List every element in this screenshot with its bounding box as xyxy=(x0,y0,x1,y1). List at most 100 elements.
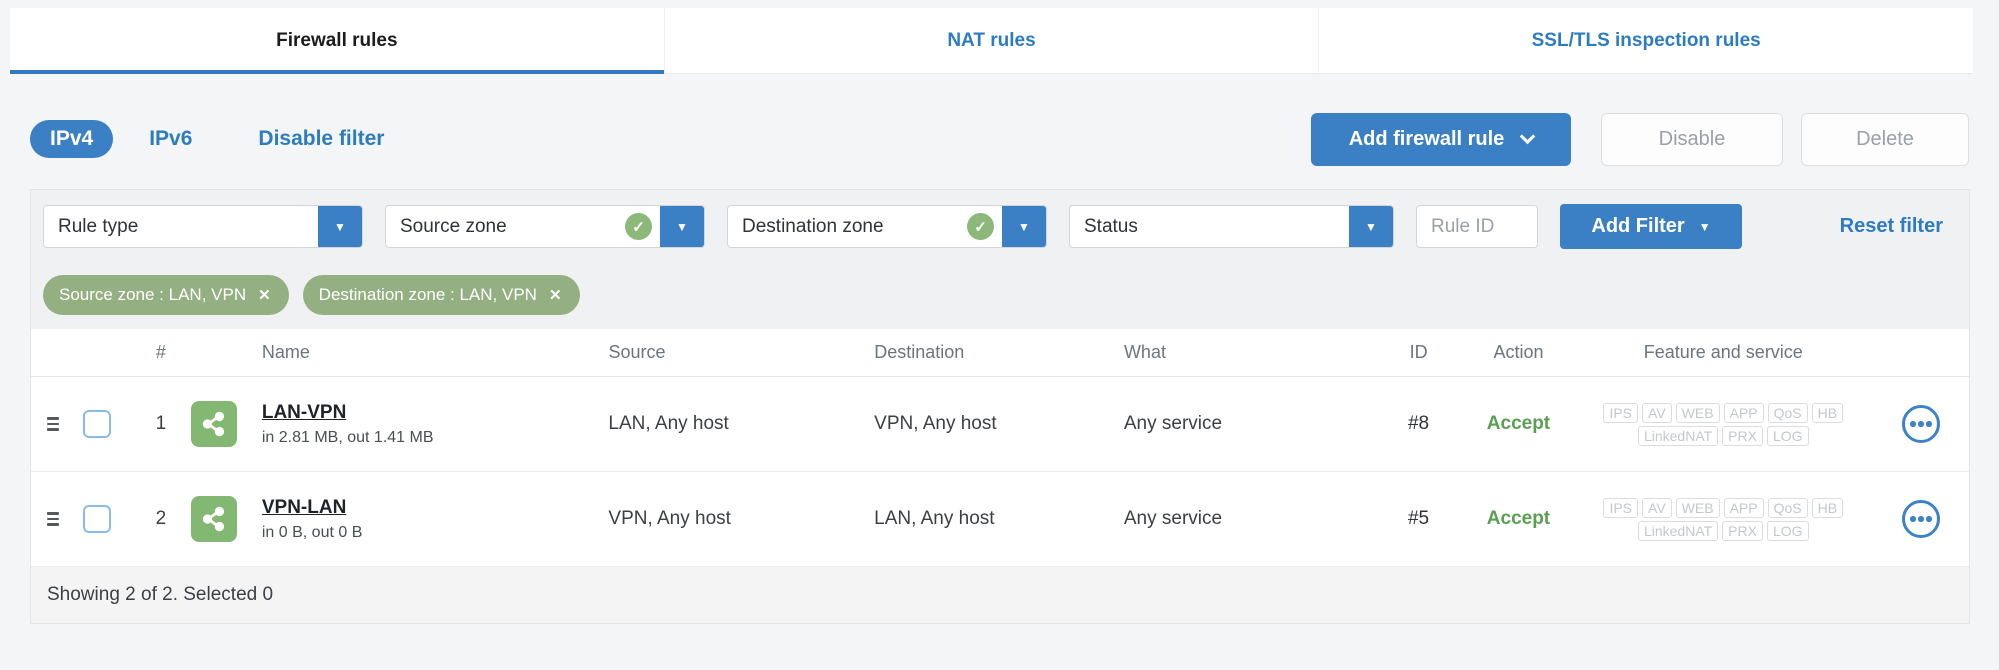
remove-filter-icon[interactable]: ✕ xyxy=(549,286,562,304)
badge-hb: HB xyxy=(1811,497,1844,518)
rule-type-dropdown[interactable]: Rule type ▼ xyxy=(43,205,363,248)
remove-filter-icon[interactable]: ✕ xyxy=(258,286,271,304)
table-row: 1 LAN-VPN in 2.81 MB, out 1.41 MB LAN, A… xyxy=(31,377,1969,472)
rule-type-dropdown-label: Rule type xyxy=(58,215,139,237)
rule-name-link[interactable]: LAN-VPN xyxy=(262,402,434,424)
badge-log: LOG xyxy=(1766,425,1809,446)
tab-ssl-tls-inspection-rules[interactable]: SSL/TLS inspection rules xyxy=(1318,8,1973,73)
active-filter-chips: Source zone : LAN, VPN ✕ Destination zon… xyxy=(43,275,1953,315)
badge-av: AV xyxy=(1642,497,1672,518)
header-name: Name xyxy=(261,342,310,362)
row-number: 1 xyxy=(155,413,167,434)
filter-chip-label: Destination zone : LAN, VPN xyxy=(318,285,537,304)
disable-filter-link[interactable]: Disable filter xyxy=(258,127,384,151)
rule-source: LAN, Any host xyxy=(608,413,729,434)
firewall-rules-card: Rule type ▼ Source zone ✓ ▼ Destination … xyxy=(30,189,1970,624)
status-dropdown[interactable]: Status ▼ xyxy=(1069,205,1394,248)
badge-prx: PRX xyxy=(1722,520,1763,541)
badge-linkednat: LinkedNAT xyxy=(1637,425,1719,446)
filter-controls: Rule type ▼ Source zone ✓ ▼ Destination … xyxy=(43,204,1953,249)
feature-badges: IPS AV WEB APP QoS HB LinkedNAT PRX LOG xyxy=(1573,497,1873,541)
badge-qos: QoS xyxy=(1767,497,1808,518)
add-filter-button[interactable]: Add Filter ▼ xyxy=(1560,204,1742,249)
rule-destination: VPN, Any host xyxy=(874,413,997,434)
destination-zone-dropdown-label: Destination zone xyxy=(742,215,884,237)
table-footer: Showing 2 of 2. Selected 0 xyxy=(31,567,1969,623)
row-number: 2 xyxy=(155,508,167,529)
feature-badges: IPS AV WEB APP QoS HB LinkedNAT PRX LOG xyxy=(1573,402,1873,446)
filter-chip-source-zone[interactable]: Source zone : LAN, VPN ✕ xyxy=(43,275,289,315)
rule-action: Accept xyxy=(1486,508,1551,529)
rule-id: #8 xyxy=(1407,413,1430,434)
dropdown-arrow-icon[interactable]: ▼ xyxy=(318,206,362,247)
rule-name-wrap: VPN-LAN in 0 B, out 0 B xyxy=(262,497,363,542)
source-zone-dropdown-label: Source zone xyxy=(400,215,507,237)
chevron-down-icon xyxy=(1520,128,1536,145)
drag-handle-icon[interactable] xyxy=(47,512,59,526)
badge-ips: IPS xyxy=(1603,497,1639,518)
rule-destination: LAN, Any host xyxy=(874,508,995,529)
ipv6-toggle[interactable]: IPv6 xyxy=(149,127,192,151)
rule-action: Accept xyxy=(1486,413,1551,434)
row-menu-cell xyxy=(1873,500,1969,538)
rule-source: VPN, Any host xyxy=(608,508,731,529)
row-menu-ellipsis-button[interactable] xyxy=(1902,500,1941,538)
rule-traffic: in 2.81 MB, out 1.41 MB xyxy=(261,428,434,446)
rule-id-input[interactable] xyxy=(1416,205,1538,248)
badge-hb: HB xyxy=(1811,402,1844,423)
badge-ips: IPS xyxy=(1603,402,1639,423)
rule-traffic: in 0 B, out 0 B xyxy=(261,523,363,541)
rules-tab-bar: Firewall rules NAT rules SSL/TLS inspect… xyxy=(10,8,1973,74)
row-count-summary: Showing 2 of 2. Selected 0 xyxy=(47,584,274,605)
tab-firewall-rules[interactable]: Firewall rules xyxy=(10,8,664,74)
rule-name-cell: LAN-VPN in 2.81 MB, out 1.41 MB xyxy=(189,401,609,447)
destination-zone-dropdown[interactable]: Destination zone ✓ ▼ xyxy=(727,205,1047,248)
badge-linkednat: LinkedNAT xyxy=(1637,520,1719,541)
ipv4-toggle[interactable]: IPv4 xyxy=(30,120,114,158)
row-checkbox-cell xyxy=(82,410,133,438)
add-firewall-rule-button[interactable]: Add firewall rule xyxy=(1311,112,1571,166)
filter-chip-destination-zone[interactable]: Destination zone : LAN, VPN ✕ xyxy=(302,275,580,315)
drag-handle-icon[interactable] xyxy=(47,417,59,431)
rule-name-wrap: LAN-VPN in 2.81 MB, out 1.41 MB xyxy=(262,402,434,447)
tab-nat-rules[interactable]: NAT rules xyxy=(663,8,1319,73)
row-menu-ellipsis-button[interactable] xyxy=(1902,405,1941,443)
rule-what: Any service xyxy=(1123,413,1223,434)
badge-app: APP xyxy=(1723,497,1764,518)
filter-section: Rule type ▼ Source zone ✓ ▼ Destination … xyxy=(31,190,1969,329)
share-network-icon xyxy=(190,496,237,542)
rule-name-cell: VPN-LAN in 0 B, out 0 B xyxy=(189,496,609,542)
badge-prx: PRX xyxy=(1722,425,1763,446)
badge-web: WEB xyxy=(1675,402,1720,423)
source-zone-dropdown[interactable]: Source zone ✓ ▼ xyxy=(385,205,705,248)
badge-app: APP xyxy=(1723,402,1764,423)
row-checkbox[interactable] xyxy=(82,505,111,533)
dropdown-arrow-icon[interactable]: ▼ xyxy=(660,206,704,247)
add-firewall-rule-label: Add firewall rule xyxy=(1348,127,1505,150)
header-number: # xyxy=(155,342,166,362)
badge-web: WEB xyxy=(1675,497,1720,518)
toolbar: IPv4 IPv6 Disable filter Add firewall ru… xyxy=(30,112,1969,166)
reset-filter-link[interactable]: Reset filter xyxy=(1840,215,1943,238)
row-menu-cell xyxy=(1873,405,1969,443)
badge-qos: QoS xyxy=(1767,402,1808,423)
badge-av: AV xyxy=(1642,402,1672,423)
filter-chip-label: Source zone : LAN, VPN xyxy=(59,285,247,304)
delete-button[interactable]: Delete xyxy=(1801,112,1969,166)
table-row: 2 VPN-LAN in 0 B, out 0 B VPN, Any host … xyxy=(31,472,1969,567)
row-handle-cell xyxy=(47,417,83,431)
share-network-icon xyxy=(190,401,237,447)
rule-what: Any service xyxy=(1123,508,1223,529)
disable-button[interactable]: Disable xyxy=(1601,112,1783,166)
header-action: Action xyxy=(1493,342,1544,362)
status-dropdown-label: Status xyxy=(1084,215,1138,237)
table-header-row: # Name Source Destination What ID Action… xyxy=(31,329,1969,377)
filter-applied-check-icon: ✓ xyxy=(967,213,994,240)
filter-applied-check-icon: ✓ xyxy=(625,213,652,240)
rule-name-link[interactable]: VPN-LAN xyxy=(262,497,363,519)
dropdown-arrow-icon[interactable]: ▼ xyxy=(1002,206,1046,247)
row-checkbox[interactable] xyxy=(82,410,111,438)
dropdown-arrow-icon[interactable]: ▼ xyxy=(1349,206,1393,247)
header-what: What xyxy=(1123,342,1166,362)
header-source: Source xyxy=(608,342,666,362)
